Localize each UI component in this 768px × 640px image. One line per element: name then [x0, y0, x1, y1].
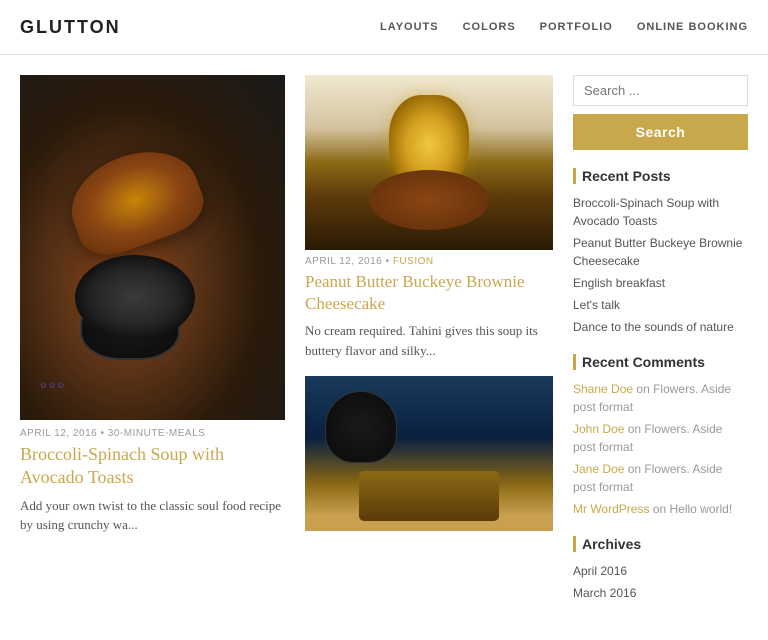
main-content: ✿ ✿ ✿ APRIL 12, 2016 • 30-MINUTE-MEALS B…: [0, 55, 768, 640]
archive-2[interactable]: March 2016: [573, 584, 748, 602]
comment-4-action: on: [653, 502, 670, 516]
nav-item-colors[interactable]: COLORS: [463, 21, 516, 33]
comment-1-action: on: [636, 382, 653, 396]
featured-post-image: ✿ ✿ ✿: [20, 75, 285, 420]
search-widget: [573, 75, 748, 106]
comment-3: Jane Doe on Flowers. Aside post format: [573, 460, 748, 496]
nav-item-layouts[interactable]: LAYOUTS: [380, 21, 439, 33]
comment-2-action: on: [628, 422, 645, 436]
post1-title[interactable]: Peanut Butter Buckeye Brownie Cheesecake: [305, 271, 553, 315]
site-header: GLUTTON LAYOUTS COLORS PORTFOLIO ONLINE …: [0, 0, 768, 55]
recent-post-1[interactable]: Broccoli-Spinach Soup with Avocado Toast…: [573, 194, 748, 230]
comment-3-action: on: [628, 462, 645, 476]
post-item-1: APRIL 12, 2016 • FUSION Peanut Butter Bu…: [305, 75, 553, 360]
recent-post-3[interactable]: English breakfast: [573, 274, 748, 292]
bowl-decoration: [80, 290, 180, 360]
comment-2: John Doe on Flowers. Aside post format: [573, 420, 748, 456]
post-list: APRIL 12, 2016 • FUSION Peanut Butter Bu…: [305, 75, 553, 620]
featured-post-meta: APRIL 12, 2016 • 30-MINUTE-MEALS: [20, 420, 285, 443]
recent-post-2[interactable]: Peanut Butter Buckeye Brownie Cheesecake: [573, 234, 748, 270]
search-input[interactable]: [573, 75, 748, 106]
commenter-4-name[interactable]: Mr WordPress: [573, 502, 649, 516]
archive-1[interactable]: April 2016: [573, 562, 748, 580]
post1-image: [305, 75, 553, 250]
nav-item-portfolio[interactable]: PORTFOLIO: [540, 21, 613, 33]
recent-posts-widget: Recent Posts Broccoli-Spinach Soup with …: [573, 168, 748, 336]
sidebar: Search Recent Posts Broccoli-Spinach Sou…: [573, 75, 748, 620]
commenter-2-name[interactable]: John Doe: [573, 422, 624, 436]
recent-posts-title: Recent Posts: [573, 168, 748, 184]
post1-separator: •: [386, 256, 390, 267]
recent-post-4[interactable]: Let's talk: [573, 296, 748, 314]
flowers-decoration: ✿ ✿ ✿: [40, 381, 64, 390]
post-item-2: [305, 376, 553, 551]
recent-comments-widget: Recent Comments Shane Doe on Flowers. As…: [573, 354, 748, 518]
comment-4-post[interactable]: Hello world!: [669, 502, 732, 516]
site-logo[interactable]: GLUTTON: [20, 17, 121, 38]
post1-meta: APRIL 12, 2016 • FUSION: [305, 256, 553, 267]
archives-widget: Archives April 2016 March 2016: [573, 536, 748, 602]
post1-date: APRIL 12, 2016: [305, 256, 382, 267]
recent-post-5[interactable]: Dance to the sounds of nature: [573, 318, 748, 336]
post2-image: [305, 376, 553, 551]
post1-desc: No cream required. Tahini gives this sou…: [305, 321, 553, 360]
featured-post-title[interactable]: Broccoli-Spinach Soup with Avocado Toast…: [20, 443, 285, 490]
recent-comments-title: Recent Comments: [573, 354, 748, 370]
main-nav: LAYOUTS COLORS PORTFOLIO ONLINE BOOKING: [380, 21, 748, 33]
archives-title: Archives: [573, 536, 748, 552]
comment-4: Mr WordPress on Hello world!: [573, 500, 748, 518]
search-button[interactable]: Search: [573, 114, 748, 150]
post2-image-visual: [305, 376, 553, 531]
featured-post-desc: Add your own twist to the classic soul f…: [20, 496, 285, 535]
comment-1: Shane Doe on Flowers. Aside post format: [573, 380, 748, 416]
featured-post: ✿ ✿ ✿ APRIL 12, 2016 • 30-MINUTE-MEALS B…: [20, 75, 285, 620]
nav-item-booking[interactable]: ONLINE BOOKING: [637, 21, 748, 33]
commenter-3-name[interactable]: Jane Doe: [573, 462, 624, 476]
post1-category[interactable]: FUSION: [393, 256, 434, 267]
post1-image-visual: [305, 75, 553, 250]
commenter-1-name[interactable]: Shane Doe: [573, 382, 633, 396]
featured-image-visual: ✿ ✿ ✿: [20, 75, 285, 420]
